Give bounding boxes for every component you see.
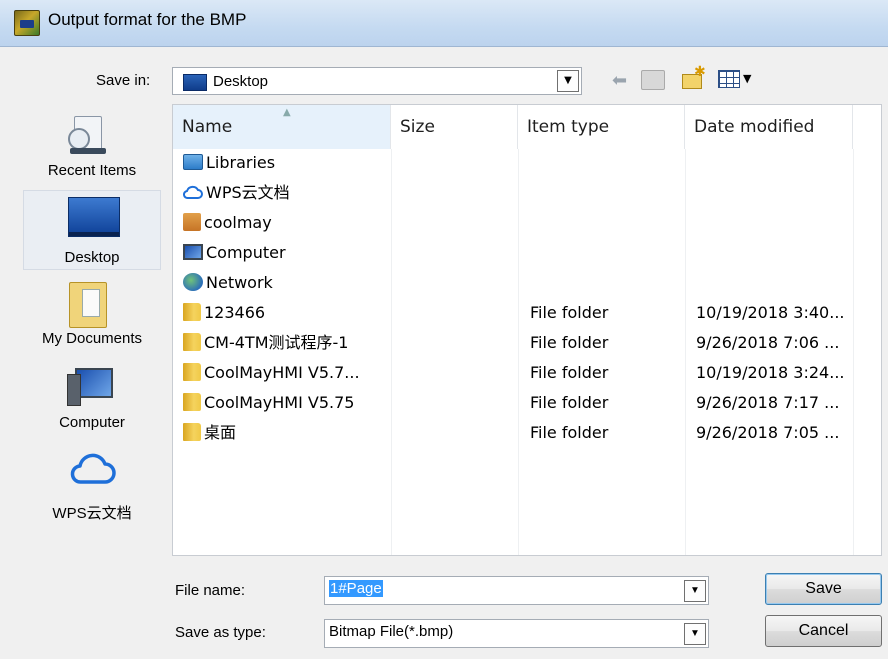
list-item[interactable]: coolmay xyxy=(173,208,881,238)
place-computer[interactable]: Computer xyxy=(23,362,161,442)
column-header-size[interactable]: Size xyxy=(391,105,518,149)
view-menu-arrow-icon[interactable]: ▼ xyxy=(743,72,751,85)
column-header-type[interactable]: Item type xyxy=(518,105,685,149)
column-header-name[interactable]: ▲ Name xyxy=(173,105,391,149)
place-label: WPS云文档 xyxy=(52,505,132,522)
place-label: My Documents xyxy=(41,330,143,347)
file-date: 9/26/2018 7:05 ... xyxy=(696,423,840,442)
file-date: 9/26/2018 7:06 ... xyxy=(696,333,840,352)
sort-up-icon: ▲ xyxy=(283,107,291,118)
file-type: File folder xyxy=(530,303,609,322)
list-item[interactable]: Libraries xyxy=(173,148,881,178)
file-date: 10/19/2018 3:40... xyxy=(696,303,845,322)
place-label: Recent Items xyxy=(47,162,137,179)
folder-icon xyxy=(183,302,201,321)
save-in-value: Desktop xyxy=(213,73,269,90)
file-name: WPS云文档 xyxy=(206,183,290,202)
save-in-dropdown[interactable]: Desktop ▼ xyxy=(172,67,582,95)
list-item[interactable]: CoolMayHMI V5.7... File folder 10/19/201… xyxy=(173,358,881,388)
save-as-type-label: Save as type: xyxy=(175,624,266,641)
computer-icon xyxy=(183,243,203,260)
list-item[interactable]: 123466 File folder 10/19/2018 3:40... xyxy=(173,298,881,328)
file-name-value: 1#Page xyxy=(329,580,383,597)
list-item[interactable]: WPS云文档 xyxy=(173,178,881,208)
place-desktop[interactable]: Desktop xyxy=(23,190,161,270)
column-header-label: Name xyxy=(182,117,233,137)
window-title: Output format for the BMP xyxy=(48,10,247,29)
back-arrow-icon[interactable]: ⬅ xyxy=(612,70,627,91)
column-header-label: Item type xyxy=(527,117,610,137)
folder-icon xyxy=(183,392,201,411)
cloud-icon xyxy=(183,185,203,199)
file-name: CM-4TM测试程序-1 xyxy=(204,333,349,352)
place-label: Desktop xyxy=(64,249,120,266)
my-documents-icon xyxy=(69,282,107,328)
list-item[interactable]: CM-4TM测试程序-1 File folder 9/26/2018 7:06 … xyxy=(173,328,881,358)
column-header-label: Date modified xyxy=(694,117,815,137)
file-type: File folder xyxy=(530,333,609,352)
desktop-icon xyxy=(183,74,207,91)
file-name: Computer xyxy=(206,243,286,262)
new-folder-icon[interactable]: ✱ xyxy=(682,64,706,89)
file-name-label: File name: xyxy=(175,582,246,599)
title-bar: Output format for the BMP xyxy=(0,0,888,47)
cloud-icon xyxy=(70,453,116,484)
save-as-type-select[interactable]: Bitmap File(*.bmp) ▼ xyxy=(324,619,709,648)
file-type: File folder xyxy=(530,363,609,382)
file-type: File folder xyxy=(530,393,609,412)
save-as-type-value: Bitmap File(*.bmp) xyxy=(329,623,454,640)
file-name: 桌面 xyxy=(204,423,237,442)
file-date: 10/19/2018 3:24... xyxy=(696,363,845,382)
place-label: Computer xyxy=(59,414,125,431)
file-name: coolmay xyxy=(204,213,272,232)
libraries-icon xyxy=(183,153,203,170)
chevron-down-icon[interactable]: ▼ xyxy=(684,623,706,645)
place-recent-items[interactable]: Recent Items xyxy=(23,104,161,184)
view-menu-icon[interactable] xyxy=(718,70,740,88)
network-icon xyxy=(183,272,203,291)
save-dialog: Output format for the BMP Save in: Deskt… xyxy=(0,0,888,659)
save-in-label: Save in: xyxy=(96,72,151,89)
file-name: CoolMayHMI V5.75 xyxy=(204,393,355,412)
user-folder-icon xyxy=(183,212,201,231)
file-name: CoolMayHMI V5.7... xyxy=(204,363,360,382)
up-folder-icon[interactable] xyxy=(641,70,665,90)
column-header-date[interactable]: Date modified xyxy=(685,105,853,149)
list-item[interactable]: 桌面 File folder 9/26/2018 7:05 ... xyxy=(173,418,881,448)
column-header-label: Size xyxy=(400,117,435,137)
list-item[interactable]: Network xyxy=(173,268,881,298)
list-item[interactable]: Computer xyxy=(173,238,881,268)
folder-icon xyxy=(183,422,201,441)
file-name: Libraries xyxy=(206,153,276,172)
cancel-button[interactable]: Cancel xyxy=(765,615,882,647)
column-header-filler xyxy=(853,105,881,149)
desktop-icon xyxy=(68,197,120,237)
app-icon xyxy=(14,10,40,36)
save-button[interactable]: Save xyxy=(765,573,882,605)
place-my-documents[interactable]: My Documents xyxy=(23,276,161,356)
file-date: 9/26/2018 7:17 ... xyxy=(696,393,840,412)
place-wps-cloud[interactable]: WPS云文档 xyxy=(23,444,161,524)
file-name: Network xyxy=(206,273,273,292)
folder-icon xyxy=(183,362,201,381)
folder-icon xyxy=(183,332,201,351)
chevron-down-icon[interactable]: ▼ xyxy=(684,580,706,602)
list-item[interactable]: CoolMayHMI V5.75 File folder 9/26/2018 7… xyxy=(173,388,881,418)
file-name: 123466 xyxy=(204,303,266,322)
file-list[interactable]: ▲ Name Size Item type Date modified Libr… xyxy=(172,104,882,556)
computer-icon xyxy=(67,368,113,408)
recent-items-icon xyxy=(68,114,110,158)
file-type: File folder xyxy=(530,423,609,442)
chevron-down-icon[interactable]: ▼ xyxy=(557,70,579,92)
places-bar: Recent Items Desktop My Documents Comput… xyxy=(23,104,161,534)
file-name-field[interactable]: 1#Page ▼ xyxy=(324,576,709,605)
